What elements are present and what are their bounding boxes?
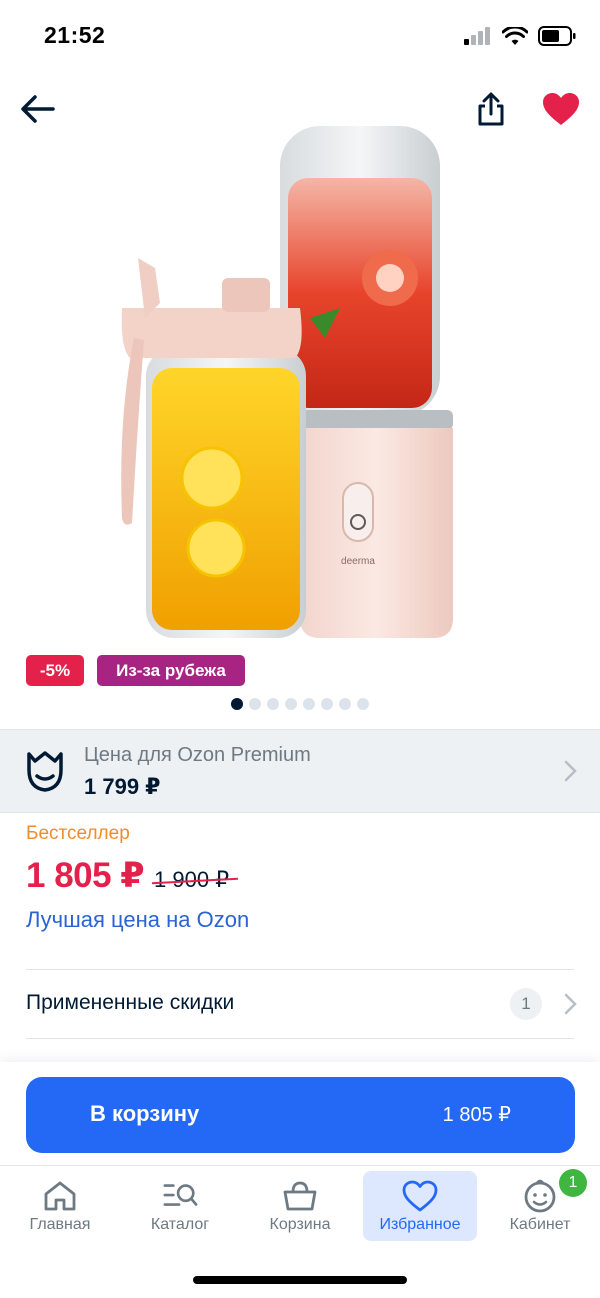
nav-label: Главная: [29, 1216, 91, 1233]
chevron-right-icon: [564, 760, 577, 782]
share-icon: [478, 92, 504, 126]
premium-price-row[interactable]: Цена для Ozon Premium 1 799 ₽: [0, 729, 600, 813]
nav-label: Кабинет: [509, 1216, 571, 1233]
wifi-icon: [502, 26, 528, 45]
divider: [26, 1038, 574, 1039]
carousel-dot[interactable]: [339, 698, 351, 710]
cart-icon: [283, 1181, 317, 1211]
favorite-button[interactable]: [539, 87, 583, 131]
notification-badge: 1: [559, 1169, 587, 1197]
product-image[interactable]: deerma: [100, 118, 470, 646]
home-indicator[interactable]: [193, 1276, 407, 1284]
back-button[interactable]: [16, 87, 60, 131]
bestseller-label: Бестселлер: [26, 823, 130, 844]
carousel-dot[interactable]: [231, 698, 243, 710]
applied-discounts-label: Примененные скидки: [26, 991, 235, 1014]
catalog-search-icon: [163, 1184, 198, 1206]
carousel-dot[interactable]: [321, 698, 333, 710]
add-to-cart-price: 1 805 ₽: [442, 1104, 511, 1126]
carousel-dot[interactable]: [267, 698, 279, 710]
nav-item-catalog[interactable]: Каталог: [123, 1171, 237, 1241]
battery-icon: [538, 26, 576, 46]
nav-item-cart[interactable]: Корзина: [243, 1171, 357, 1241]
profile-icon: [524, 1179, 556, 1213]
home-icon: [44, 1181, 76, 1211]
image-carousel-dots: [0, 698, 600, 710]
ozon-premium-crown-icon: [27, 751, 63, 792]
add-to-cart-label: В корзину: [90, 1101, 200, 1126]
status-time: 21:52: [44, 22, 106, 48]
share-button[interactable]: [469, 87, 513, 131]
nav-label: Избранное: [379, 1216, 461, 1233]
nav-label: Каталог: [150, 1216, 210, 1233]
premium-title: Цена для Ozon Premium: [84, 744, 311, 766]
add-to-cart-button[interactable]: В корзину 1 805 ₽: [26, 1077, 575, 1153]
premium-price: 1 799 ₽: [84, 774, 161, 799]
chevron-right-icon: [564, 993, 577, 1015]
status-icons: [464, 26, 576, 46]
status-bar: 21:52: [0, 0, 600, 72]
discount-badge: -5%: [26, 655, 84, 686]
carousel-dot[interactable]: [357, 698, 369, 710]
cellular-signal-icon: [464, 27, 490, 45]
arrow-left-icon: [21, 95, 55, 123]
nav-item-favorites[interactable]: Избранное: [363, 1171, 477, 1241]
origin-badge: Из-за рубежа: [97, 655, 245, 686]
nav-item-home[interactable]: Главная: [3, 1171, 117, 1241]
product-screen: 21:52 deerma -5% Из-за рубежа Цена для O…: [0, 0, 600, 1298]
brand-logo: deerma: [341, 556, 375, 567]
heart-filled-icon: [543, 93, 579, 125]
carousel-dot[interactable]: [303, 698, 315, 710]
carousel-dot[interactable]: [249, 698, 261, 710]
applied-discounts-row[interactable]: Примененные скидки 1: [0, 970, 600, 1038]
best-price-link[interactable]: Лучшая цена на Ozon: [26, 907, 249, 933]
discounts-count-badge: 1: [510, 988, 542, 1020]
nav-label: Корзина: [269, 1216, 331, 1233]
carousel-dot[interactable]: [285, 698, 297, 710]
current-price: 1 805 ₽: [26, 856, 145, 895]
heart-icon: [402, 1180, 438, 1212]
nav-item-profile[interactable]: Кабинет 1: [483, 1169, 597, 1241]
